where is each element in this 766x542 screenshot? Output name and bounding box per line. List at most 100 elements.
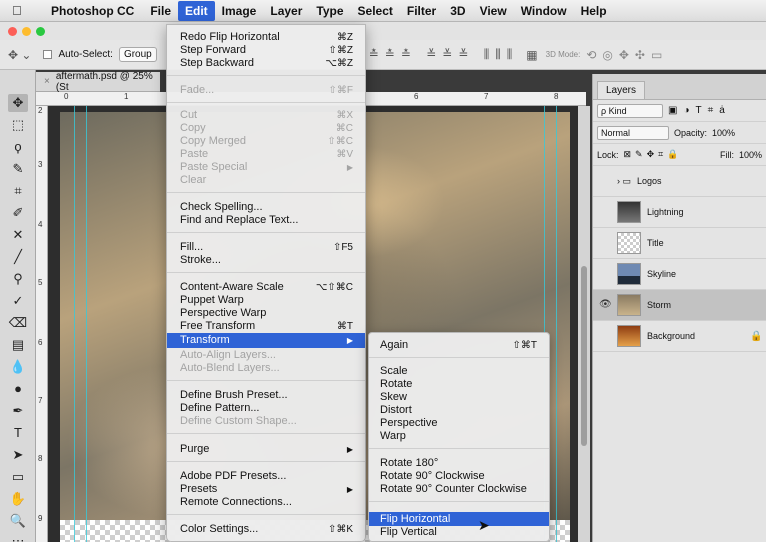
lasso-tool-icon[interactable]: ϙ bbox=[8, 138, 28, 156]
visibility-off-icon[interactable] bbox=[599, 175, 611, 187]
lock-icons[interactable]: ⊠✎✥⌗🔒 bbox=[624, 149, 683, 160]
visibility-off-icon[interactable] bbox=[599, 268, 611, 280]
submenu-item-flip-horizontal[interactable]: Flip Horizontal bbox=[369, 512, 549, 526]
3d-mode-icons[interactable]: ⟲◎✥✣▭ bbox=[586, 48, 668, 62]
submenu-item-warp[interactable]: Warp bbox=[369, 430, 549, 443]
healing-tool-icon[interactable]: ✕ bbox=[8, 226, 28, 244]
menu-item-stroke[interactable]: Stroke... bbox=[167, 254, 365, 267]
filter-type-icons[interactable]: ▣◑T⌗ȧ bbox=[668, 105, 731, 116]
menu-item-presets[interactable]: Presets ▶ bbox=[167, 483, 365, 496]
auto-select-target-dropdown[interactable]: Group bbox=[118, 47, 157, 62]
apple-icon[interactable]:  bbox=[12, 3, 30, 18]
zoom-tool-icon[interactable]: 🔍 bbox=[8, 512, 28, 530]
layers-tab[interactable]: Layers bbox=[597, 81, 646, 99]
layer-row-lightning[interactable]: Lightning bbox=[593, 197, 766, 228]
submenu-item-flip-vertical[interactable]: Flip Vertical bbox=[369, 526, 549, 539]
menu-item-find-replace[interactable]: Find and Replace Text... bbox=[167, 214, 365, 227]
hand-tool-icon[interactable]: ✋ bbox=[8, 490, 28, 508]
zoom-window-button[interactable] bbox=[36, 27, 45, 36]
app-menu[interactable]: Photoshop CC bbox=[44, 1, 141, 21]
clone-stamp-tool-icon[interactable]: ⚲ bbox=[8, 270, 28, 288]
submenu-item-again[interactable]: Again ⇧⌘T bbox=[369, 339, 549, 352]
menu-type[interactable]: Type bbox=[309, 1, 350, 21]
dodge-tool-icon[interactable]: ● bbox=[8, 380, 28, 398]
move-tool-icon[interactable]: ✥ bbox=[8, 94, 28, 112]
menu-window[interactable]: Window bbox=[514, 1, 574, 21]
document-tab[interactable]: × aftermath.psd @ 25% (St bbox=[36, 71, 160, 93]
align-icons[interactable]: ≛≛≛ ≚≚≚ ⫼⫼⫼ bbox=[369, 47, 519, 62]
visibility-off-icon[interactable] bbox=[599, 330, 611, 342]
menu-item-puppet-warp[interactable]: Puppet Warp bbox=[167, 294, 365, 307]
brush-tool-icon[interactable]: ╱ bbox=[8, 248, 28, 266]
vertical-scrollbar[interactable] bbox=[578, 106, 590, 542]
quick-select-tool-icon[interactable]: ✎ bbox=[8, 160, 28, 178]
menu-select[interactable]: Select bbox=[351, 1, 400, 21]
menu-item-define-brush[interactable]: Define Brush Preset... bbox=[167, 389, 365, 402]
layer-row-logos[interactable]: › ▭ Logos bbox=[593, 166, 766, 197]
layer-row-skyline[interactable]: Skyline bbox=[593, 259, 766, 290]
menu-item-pdf-presets[interactable]: Adobe PDF Presets... bbox=[167, 470, 365, 483]
menu-item-purge[interactable]: Purge ▶ bbox=[167, 443, 365, 456]
submenu-item-rotate-90-cw[interactable]: Rotate 90° Clockwise bbox=[369, 470, 549, 483]
layer-row-storm[interactable]: 👁 Storm bbox=[593, 290, 766, 321]
menu-item-fill[interactable]: Fill... ⇧F5 bbox=[167, 241, 365, 254]
marquee-tool-icon[interactable]: ⬚ bbox=[8, 116, 28, 134]
pen-tool-icon[interactable]: ✒ bbox=[8, 402, 28, 420]
menu-item-redo[interactable]: Redo Flip Horizontal ⌘Z bbox=[167, 31, 365, 44]
menu-item-remote-connections[interactable]: Remote Connections... bbox=[167, 496, 365, 509]
gradient-tool-icon[interactable]: ▤ bbox=[8, 336, 28, 354]
menu-view[interactable]: View bbox=[473, 1, 514, 21]
fill-value[interactable]: 100% bbox=[739, 150, 762, 160]
crop-tool-icon[interactable]: ⌗ bbox=[8, 182, 28, 200]
menu-item-color-settings[interactable]: Color Settings... ⇧⌘K bbox=[167, 523, 365, 536]
blend-mode-dropdown[interactable]: Normal bbox=[597, 125, 669, 140]
layer-kind-filter[interactable]: ρ Kind bbox=[597, 103, 663, 118]
menu-item-check-spelling[interactable]: Check Spelling... bbox=[167, 201, 365, 214]
rectangle-tool-icon[interactable]: ▭ bbox=[8, 468, 28, 486]
minimize-window-button[interactable] bbox=[22, 27, 31, 36]
history-brush-tool-icon[interactable]: ✓ bbox=[8, 292, 28, 310]
menu-item-step-backward[interactable]: Step Backward ⌥⌘Z bbox=[167, 57, 365, 70]
guide-line[interactable] bbox=[74, 106, 75, 542]
menu-item-content-aware-scale[interactable]: Content-Aware Scale ⌥⇧⌘C bbox=[167, 281, 365, 294]
menu-item-transform[interactable]: Transform ▶ bbox=[167, 333, 365, 348]
guide-line[interactable] bbox=[86, 106, 87, 542]
menu-item-define-pattern[interactable]: Define Pattern... bbox=[167, 402, 365, 415]
submenu-item-rotate-180[interactable]: Rotate 180° bbox=[369, 457, 549, 470]
opacity-value[interactable]: 100% bbox=[712, 128, 735, 138]
menu-item-step-forward[interactable]: Step Forward ⇧⌘Z bbox=[167, 44, 365, 57]
submenu-item-distort[interactable]: Distort bbox=[369, 404, 549, 417]
more-tools-icon[interactable]: ⋯ bbox=[8, 532, 28, 542]
menu-file[interactable]: File bbox=[143, 1, 178, 21]
visibility-eye-icon[interactable]: 👁 bbox=[599, 299, 612, 311]
visibility-off-icon[interactable] bbox=[599, 206, 611, 218]
menu-filter[interactable]: Filter bbox=[400, 1, 443, 21]
close-window-button[interactable] bbox=[8, 27, 17, 36]
visibility-off-icon[interactable] bbox=[599, 237, 611, 249]
eyedropper-tool-icon[interactable]: ✐ bbox=[8, 204, 28, 222]
layer-row-title[interactable]: Title bbox=[593, 228, 766, 259]
submenu-item-perspective[interactable]: Perspective bbox=[369, 417, 549, 430]
blur-tool-icon[interactable]: 💧 bbox=[8, 358, 28, 376]
path-select-tool-icon[interactable]: ➤ bbox=[8, 446, 28, 464]
move-tool-preset-icon[interactable]: ✥ ⌄ bbox=[8, 48, 31, 62]
layer-row-background[interactable]: Background 🔒 bbox=[593, 321, 766, 352]
close-tab-icon[interactable]: × bbox=[44, 76, 50, 87]
menu-help[interactable]: Help bbox=[574, 1, 614, 21]
submenu-item-scale[interactable]: Scale bbox=[369, 365, 549, 378]
menu-edit[interactable]: Edit bbox=[178, 0, 215, 21]
menu-3d[interactable]: 3D bbox=[443, 1, 472, 21]
submenu-item-rotate[interactable]: Rotate bbox=[369, 378, 549, 391]
menu-item-free-transform[interactable]: Free Transform ⌘T bbox=[167, 320, 365, 333]
menu-layer[interactable]: Layer bbox=[263, 1, 309, 21]
menu-image[interactable]: Image bbox=[215, 1, 264, 21]
auto-select-checkbox[interactable] bbox=[43, 50, 53, 59]
type-tool-icon[interactable]: T bbox=[8, 424, 28, 442]
menu-item-perspective-warp[interactable]: Perspective Warp bbox=[167, 307, 365, 320]
guide-line[interactable] bbox=[556, 106, 557, 542]
auto-align-icon[interactable]: ▦ bbox=[526, 48, 537, 62]
scrollbar-thumb[interactable] bbox=[581, 266, 587, 446]
eraser-tool-icon[interactable]: ⌫ bbox=[8, 314, 28, 332]
submenu-item-skew[interactable]: Skew bbox=[369, 391, 549, 404]
submenu-item-rotate-90-ccw[interactable]: Rotate 90° Counter Clockwise bbox=[369, 483, 549, 496]
